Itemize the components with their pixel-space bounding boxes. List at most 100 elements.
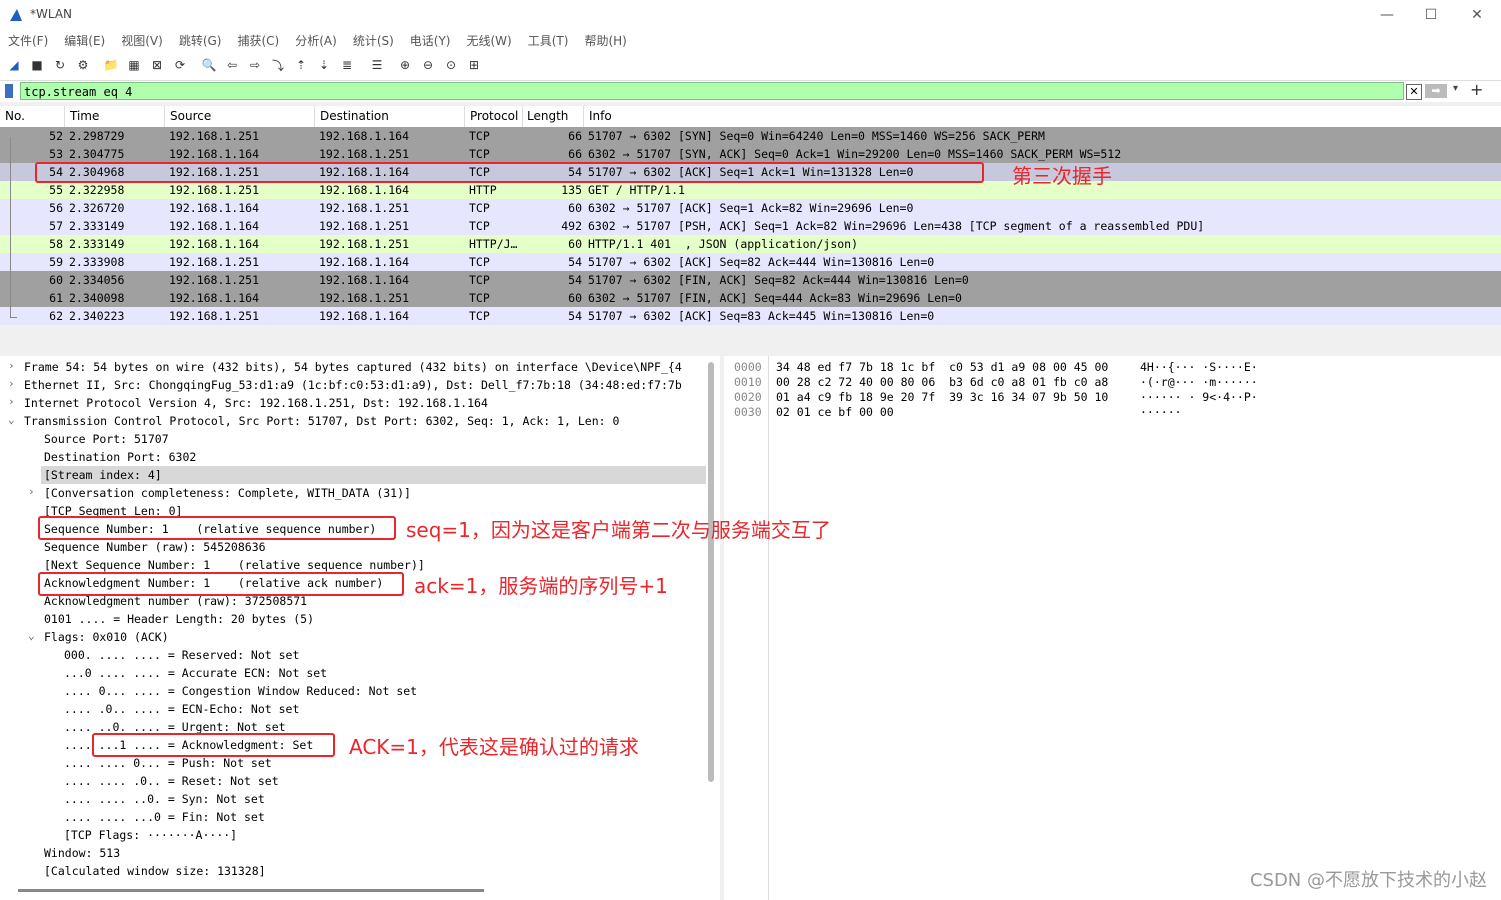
menu-item[interactable]: 分析(A) <box>287 30 345 52</box>
packet-row[interactable]: 60 2.334056 192.168.1.251 192.168.1.164 TCP 5… <box>0 271 1501 289</box>
column-destination[interactable]: Destination <box>320 109 389 123</box>
normal-size-icon[interactable]: ⊙ <box>442 56 460 74</box>
detail-line[interactable]: [Calculated window size: 131328] <box>41 862 266 880</box>
packet-bytes-pane: 0000 34 48 ed f7 7b 18 1c bf c0 53 d1 a9 … <box>724 356 1501 900</box>
packet-cell-proto: TCP <box>469 129 490 143</box>
packet-row[interactable]: 62 2.340223 192.168.1.251 192.168.1.164 TCP 5… <box>0 307 1501 325</box>
go-to-packet-icon[interactable]: ⤵ <box>269 56 287 74</box>
open-folder-icon[interactable]: 📁 <box>102 56 120 74</box>
detail-line[interactable]: 0101 .... = Header Length: 20 bytes (5) <box>41 610 314 628</box>
detail-line[interactable]: [TCP Flags: ·······A····] <box>61 826 237 844</box>
last-packet-icon[interactable]: ⇣ <box>315 56 333 74</box>
packet-cell-no: 61 <box>49 291 63 305</box>
detail-line[interactable]: Source Port: 51707 <box>41 430 169 448</box>
packet-cell-proto: TCP <box>469 309 490 323</box>
detail-line[interactable]: Internet Protocol Version 4, Src: 192.16… <box>21 394 488 412</box>
detail-line[interactable]: Frame 54: 54 bytes on wire (432 bits), 5… <box>21 358 682 376</box>
display-filter-bar: tcp.stream eq 4 ✕ ➡ ▾ + <box>0 80 1501 102</box>
details-scrollbar[interactable] <box>708 362 714 782</box>
display-filter-input[interactable]: tcp.stream eq 4 <box>20 82 1404 100</box>
zoom-out-icon[interactable]: ⊖ <box>419 56 437 74</box>
bookmark-icon[interactable] <box>5 84 13 98</box>
packet-list: 52 2.298729 192.168.1.251 192.168.1.164 TCP 6… <box>0 127 1501 325</box>
column-time[interactable]: Time <box>70 109 99 123</box>
expand-chevron-icon[interactable]: › <box>8 377 15 390</box>
detail-line[interactable]: 000. .... .... = Reserved: Not set <box>61 646 299 664</box>
restart-icon[interactable]: ↻ <box>51 56 69 74</box>
menu-item[interactable]: 文件(F) <box>0 30 56 52</box>
column-length[interactable]: Length <box>527 109 568 123</box>
packet-cell-proto: TCP <box>469 147 490 161</box>
detail-line[interactable]: Sequence Number (raw): 545208636 <box>41 538 266 556</box>
hex-bytes: 00 28 c2 72 40 00 80 06 b3 6d c0 a8 01 f… <box>776 375 1109 389</box>
detail-line[interactable]: .... 0... .... = Congestion Window Reduc… <box>61 682 417 700</box>
packet-cell-info: HTTP/1.1 401 , JSON (application/json) <box>588 237 859 251</box>
collapse-chevron-icon[interactable]: ⌄ <box>28 629 35 642</box>
forward-arrow-icon[interactable]: ⇨ <box>246 56 264 74</box>
filter-dropdown-icon[interactable]: ▾ <box>1453 83 1458 94</box>
add-filter-button-icon[interactable]: + <box>1470 80 1483 99</box>
menu-item[interactable]: 工具(T) <box>520 30 577 52</box>
close-icon[interactable]: ✕ <box>1462 4 1492 26</box>
detail-line[interactable]: Destination Port: 6302 <box>41 448 196 466</box>
options-gear-icon[interactable]: ⚙ <box>74 56 92 74</box>
menu-item[interactable]: 编辑(E) <box>56 30 113 52</box>
packet-cell-no: 58 <box>49 237 63 251</box>
detail-line[interactable]: [Conversation completeness: Complete, WI… <box>41 484 411 502</box>
shark-fin-start-icon[interactable]: ◢ <box>5 56 23 74</box>
menu-item[interactable]: 捕获(C) <box>229 30 287 52</box>
auto-scroll-icon[interactable]: ≣ <box>338 56 356 74</box>
detail-line[interactable]: .... .... ...0 = Fin: Not set <box>61 808 265 826</box>
packet-row[interactable]: 59 2.333908 192.168.1.251 192.168.1.164 TCP 5… <box>0 253 1501 271</box>
reload-icon[interactable]: ⟳ <box>171 56 189 74</box>
menu-item[interactable]: 跳转(G) <box>171 30 230 52</box>
expand-chevron-icon[interactable]: › <box>28 485 35 498</box>
packet-row[interactable]: 57 2.333149 192.168.1.164 192.168.1.251 TCP 4… <box>0 217 1501 235</box>
packet-row[interactable]: 52 2.298729 192.168.1.251 192.168.1.164 TCP 6… <box>0 127 1501 145</box>
menu-item[interactable]: 无线(W) <box>459 30 520 52</box>
menu-item[interactable]: 帮助(H) <box>576 30 634 52</box>
clear-filter-icon[interactable]: ✕ <box>1406 84 1422 100</box>
apply-filter-icon[interactable]: ➡ <box>1425 84 1447 98</box>
collapse-chevron-icon[interactable]: ⌄ <box>8 413 15 426</box>
save-file-icon[interactable]: ▦ <box>125 56 143 74</box>
back-arrow-icon[interactable]: ⇦ <box>223 56 241 74</box>
zoom-in-icon[interactable]: ⊕ <box>396 56 414 74</box>
detail-line[interactable]: ...0 .... .... = Accurate ECN: Not set <box>61 664 327 682</box>
detail-line[interactable]: Window: 513 <box>41 844 120 862</box>
packet-row[interactable]: 61 2.340098 192.168.1.164 192.168.1.251 TCP 6… <box>0 289 1501 307</box>
detail-line[interactable]: Transmission Control Protocol, Src Port:… <box>21 412 619 430</box>
stop-icon[interactable]: ■ <box>28 56 46 74</box>
find-icon[interactable]: 🔍 <box>200 56 218 74</box>
hex-offset: 0020 <box>734 390 762 404</box>
detail-line[interactable]: .... .... .0.. = Reset: Not set <box>61 772 279 790</box>
column-source[interactable]: Source <box>170 109 211 123</box>
menu-item[interactable]: 视图(V) <box>113 30 171 52</box>
expand-chevron-icon[interactable]: › <box>8 395 15 408</box>
expand-chevron-icon[interactable]: › <box>8 359 15 372</box>
packet-row[interactable]: 58 2.333149 192.168.1.164 192.168.1.251 HTTP… <box>0 235 1501 253</box>
packet-row[interactable]: 55 2.322958 192.168.1.251 192.168.1.164 HTTP… <box>0 181 1501 199</box>
packet-cell-time: 2.334056 <box>69 273 125 287</box>
detail-line[interactable]: .... .0.. .... = ECN-Echo: Not set <box>61 700 299 718</box>
menu-item[interactable]: 电话(Y) <box>402 30 459 52</box>
details-horizontal-scrollbar[interactable] <box>18 889 484 892</box>
maximize-icon[interactable]: ☐ <box>1416 4 1446 26</box>
column-no[interactable]: No. <box>5 109 25 123</box>
column-protocol[interactable]: Protocol <box>470 109 518 123</box>
menu-item[interactable]: 统计(S) <box>345 30 402 52</box>
packet-row[interactable]: 56 2.326720 192.168.1.164 192.168.1.251 TCP 6… <box>0 199 1501 217</box>
packet-cell-no: 52 <box>49 129 63 143</box>
column-info[interactable]: Info <box>589 109 612 123</box>
detail-line[interactable]: [Stream index: 4] <box>41 466 706 484</box>
detail-line[interactable]: Flags: 0x010 (ACK) <box>41 628 169 646</box>
close-file-icon[interactable]: ⊠ <box>148 56 166 74</box>
first-packet-icon[interactable]: ⇡ <box>292 56 310 74</box>
detail-line[interactable]: .... .... ..0. = Syn: Not set <box>61 790 265 808</box>
packet-cell-time: 2.298729 <box>69 129 125 143</box>
resize-columns-icon[interactable]: ⊞ <box>465 56 483 74</box>
packet-row[interactable]: 53 2.304775 192.168.1.164 192.168.1.251 TCP 6… <box>0 145 1501 163</box>
minimize-icon[interactable]: — <box>1372 4 1402 26</box>
colorize-icon[interactable]: ☰ <box>368 56 386 74</box>
detail-line[interactable]: Ethernet II, Src: ChongqingFug_53:d1:a9 … <box>21 376 682 394</box>
